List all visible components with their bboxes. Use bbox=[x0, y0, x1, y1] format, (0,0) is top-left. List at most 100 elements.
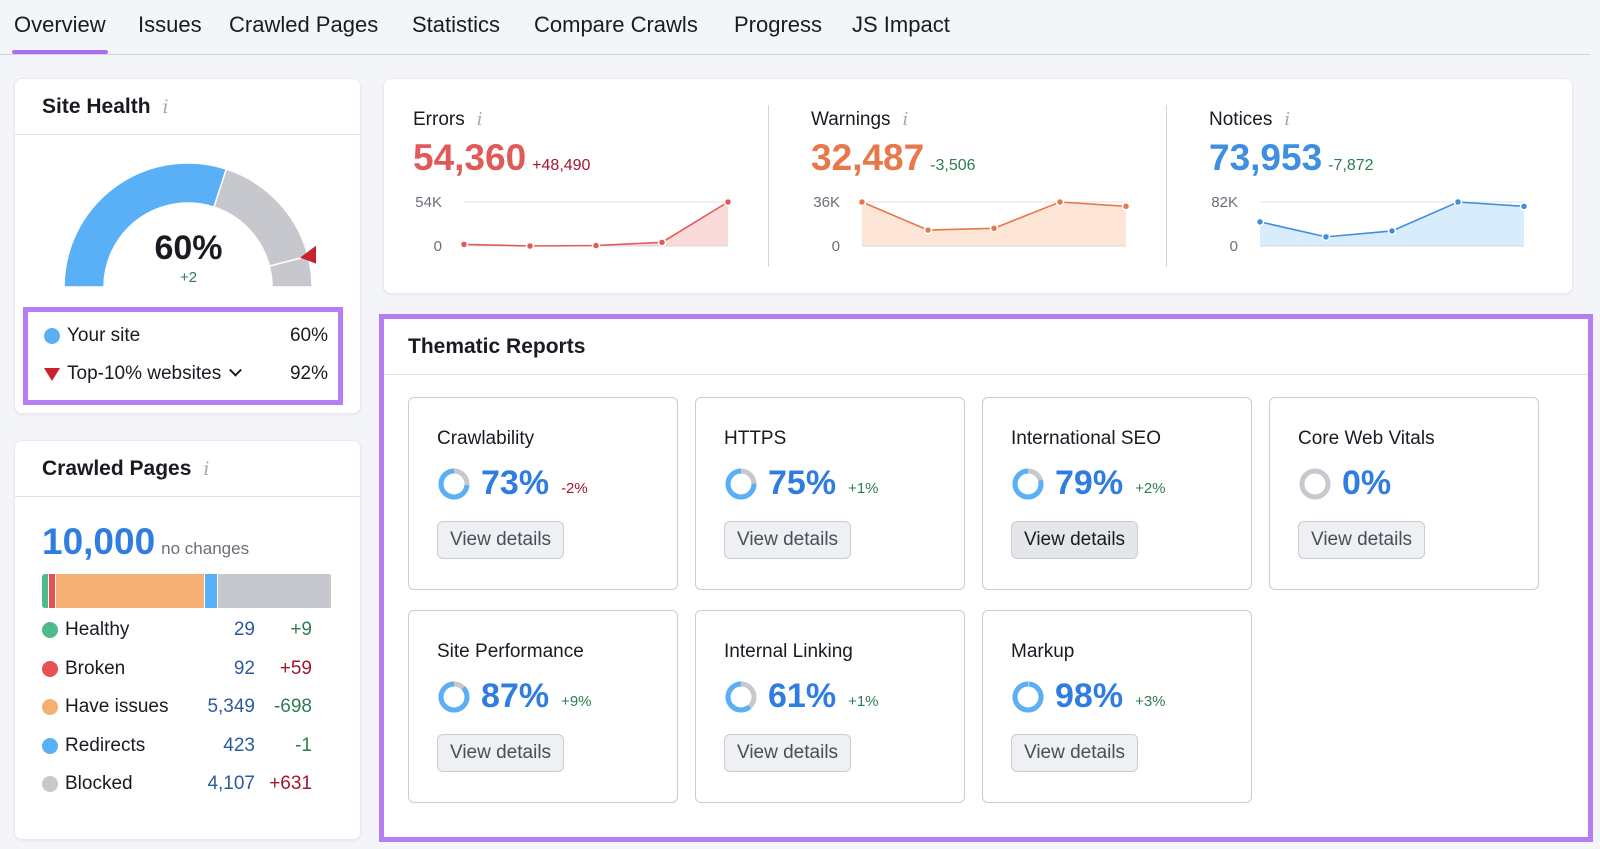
view-details-button[interactable]: View details bbox=[1011, 734, 1139, 772]
info-icon[interactable]: i bbox=[1284, 109, 1290, 130]
stat-change: -698 bbox=[273, 696, 312, 717]
legend-top10[interactable]: Top-10% websites 92% bbox=[44, 362, 328, 386]
tab-crawled-pages[interactable]: Crawled Pages bbox=[229, 12, 378, 38]
report-card-internal-linking: Internal Linking 61% +1% View details bbox=[695, 610, 965, 803]
sparkline-point[interactable] bbox=[1519, 202, 1529, 211]
report-score: 98% +3% bbox=[1011, 677, 1166, 716]
y-min-label: 0 bbox=[1230, 238, 1238, 255]
stat-value[interactable]: 423 bbox=[223, 735, 255, 757]
sparkline-point[interactable] bbox=[459, 240, 469, 249]
sparkline-point[interactable] bbox=[723, 197, 733, 207]
sparkline-point[interactable] bbox=[1321, 232, 1331, 242]
bar-segment-healthy[interactable] bbox=[42, 574, 50, 608]
info-icon[interactable]: i bbox=[477, 109, 483, 130]
donut-progress-icon bbox=[1012, 468, 1044, 499]
donut-progress-icon bbox=[438, 681, 470, 712]
info-icon[interactable]: i bbox=[163, 96, 169, 118]
stat-value[interactable]: 29 bbox=[234, 619, 255, 641]
tab-overview[interactable]: Overview bbox=[12, 12, 108, 54]
tab-statistics[interactable]: Statistics bbox=[412, 12, 500, 38]
stat-value[interactable]: 5,349 bbox=[207, 696, 255, 718]
report-percent[interactable]: 79% bbox=[1055, 464, 1123, 503]
view-details-button[interactable]: View details bbox=[437, 734, 565, 772]
bar-segment-blocked[interactable] bbox=[217, 574, 332, 608]
sparkline-point[interactable] bbox=[989, 224, 999, 233]
report-percent[interactable]: 61% bbox=[768, 677, 836, 716]
crawled-pages-bar bbox=[42, 574, 332, 608]
legend-value: 92% bbox=[289, 363, 328, 384]
bar-segment-redirects[interactable] bbox=[204, 574, 218, 608]
report-percent[interactable]: 98% bbox=[1055, 677, 1123, 716]
tab-js-impact[interactable]: JS Impact bbox=[852, 12, 950, 38]
status-dot-icon bbox=[42, 660, 58, 677]
report-title: Internal Linking bbox=[724, 641, 853, 662]
site-health-legend: Your site 60% Top-10% websites 92% bbox=[23, 307, 343, 405]
stat-change: +59 bbox=[279, 657, 312, 679]
thematic-reports-panel: Thematic Reports Crawlability 73% -2% View … bbox=[379, 314, 1593, 842]
crawled-pages-title: Crawled Pages bbox=[42, 456, 192, 480]
report-score: 79% +2% bbox=[1011, 464, 1166, 503]
report-title: Site Performance bbox=[437, 641, 584, 662]
stat-change: -1 bbox=[295, 734, 312, 756]
metric-delta: -7,872 bbox=[1328, 157, 1374, 174]
triangle-marker-icon bbox=[44, 367, 60, 381]
sparkline-point[interactable] bbox=[923, 225, 933, 235]
info-icon[interactable]: i bbox=[903, 109, 909, 130]
sparkline-area bbox=[464, 202, 728, 246]
legend-value: 60% bbox=[289, 325, 328, 346]
report-title: International SEO bbox=[1011, 428, 1161, 449]
report-percent[interactable]: 87% bbox=[481, 677, 549, 716]
tab-issues[interactable]: Issues bbox=[138, 12, 202, 38]
report-score: 73% -2% bbox=[437, 464, 588, 503]
report-card-https: HTTPS 75% +1% View details bbox=[695, 397, 965, 590]
sparkline-point[interactable] bbox=[1121, 202, 1131, 211]
divider bbox=[768, 105, 769, 267]
chevron-down-icon[interactable] bbox=[229, 363, 243, 377]
stat-row: Have issues 5,349 -698 bbox=[42, 694, 312, 720]
report-percent[interactable]: 0% bbox=[1342, 464, 1391, 503]
stat-value[interactable]: 4,107 bbox=[207, 773, 255, 795]
view-details-button[interactable]: View details bbox=[724, 521, 852, 559]
view-details-button[interactable]: View details bbox=[724, 734, 852, 772]
report-percent[interactable]: 75% bbox=[768, 464, 836, 503]
info-icon[interactable]: i bbox=[203, 458, 209, 480]
bar-segment-broken[interactable] bbox=[49, 574, 57, 608]
metric-value[interactable]: 73,953 bbox=[1209, 137, 1322, 178]
sparkline-point[interactable] bbox=[857, 197, 867, 207]
thematic-reports-title: Thematic Reports bbox=[408, 334, 586, 358]
metric-value[interactable]: 54,360 bbox=[413, 137, 526, 178]
report-title: Crawlability bbox=[437, 428, 535, 449]
sparkline-point[interactable] bbox=[1387, 226, 1397, 236]
sparkline-point[interactable] bbox=[1453, 197, 1463, 207]
view-details-button[interactable]: View details bbox=[437, 521, 565, 559]
metric-notices: Notices i 73,953 -7,872 82K 0 bbox=[1180, 79, 1560, 293]
crawled-pages-header: Crawled Pages i bbox=[15, 441, 360, 497]
report-percent[interactable]: 73% bbox=[481, 464, 549, 503]
crawled-total[interactable]: 10,000 bbox=[42, 521, 155, 562]
legend-your-site: Your site 60% bbox=[44, 324, 328, 348]
report-card-international-seo: International SEO 79% +2% View details bbox=[982, 397, 1252, 590]
view-details-button[interactable]: View details bbox=[1011, 521, 1139, 559]
report-card-core-web-vitals: Core Web Vitals 0% View details bbox=[1269, 397, 1539, 590]
divider bbox=[1166, 105, 1167, 267]
metric-errors: Errors i 54,360 +48,490 54K 0 bbox=[384, 79, 764, 293]
stat-value[interactable]: 92 bbox=[234, 658, 255, 680]
sparkline-point[interactable] bbox=[1255, 217, 1265, 227]
sparkline-point[interactable] bbox=[1055, 197, 1065, 207]
status-dot-icon bbox=[42, 699, 58, 715]
status-dot-icon bbox=[42, 622, 58, 638]
sparkline-point[interactable] bbox=[657, 238, 667, 247]
stat-change: +9 bbox=[290, 619, 312, 640]
bar-segment-have-issues[interactable] bbox=[56, 574, 205, 608]
y-max-label: 82K bbox=[1211, 194, 1238, 211]
sparkline-point[interactable] bbox=[525, 241, 535, 251]
view-details-button[interactable]: View details bbox=[1298, 521, 1426, 559]
sparkline-point[interactable] bbox=[591, 241, 601, 250]
tab-compare-crawls[interactable]: Compare Crawls bbox=[534, 12, 698, 38]
tab-progress[interactable]: Progress bbox=[734, 12, 822, 38]
notices-sparkline: 82K 0 bbox=[1211, 194, 1529, 255]
site-health-delta: +2 bbox=[179, 269, 198, 286]
report-score: 61% +1% bbox=[724, 677, 879, 716]
metric-delta: -3,506 bbox=[930, 157, 976, 174]
metric-value[interactable]: 32,487 bbox=[811, 137, 924, 178]
